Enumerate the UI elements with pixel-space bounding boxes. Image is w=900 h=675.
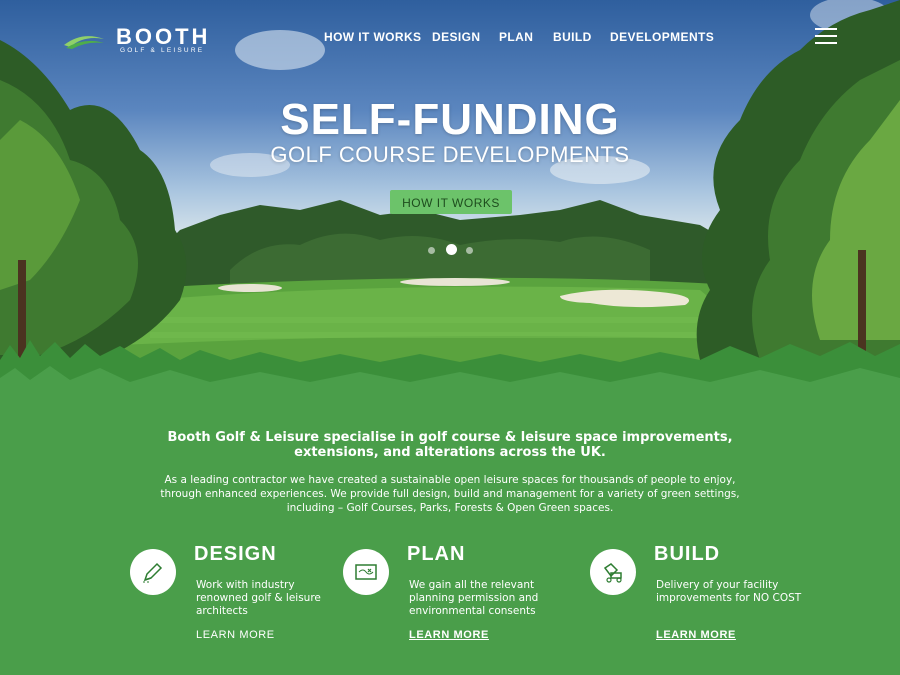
nav-build[interactable]: BUILD	[553, 30, 592, 44]
intro-heading: Booth Golf & Leisure specialise in golf …	[167, 430, 733, 460]
hero-how-it-works-button[interactable]: HOW IT WORKS	[390, 190, 512, 214]
carousel-dot-2-active[interactable]	[446, 244, 457, 255]
booth-logo-icon	[64, 36, 104, 49]
plan-learn-more-link[interactable]: LEARN MORE	[409, 629, 489, 641]
build-learn-more-link[interactable]: LEARN MORE	[656, 629, 736, 641]
nav-design[interactable]: DESIGN	[432, 30, 480, 44]
carousel-dot-3[interactable]	[466, 247, 473, 254]
tractor-icon	[590, 549, 636, 595]
carousel-dots	[426, 244, 476, 256]
feature-title: BUILD	[654, 543, 721, 565]
brand-logo[interactable]: BOOTH GOLF & LEISURE	[62, 24, 212, 54]
feature-description: Delivery of your facility improvements f…	[656, 579, 802, 604]
intro-body: As a leading contractor we have created …	[160, 474, 740, 514]
nav-how-it-works[interactable]: HOW IT WORKS	[324, 30, 421, 44]
feature-build: BUILD Delivery of your facility improvem…	[590, 543, 801, 653]
carousel-dot-1[interactable]	[428, 247, 435, 254]
hero-subtitle: GOLF COURSE DEVELOPMENTS	[270, 142, 630, 167]
design-learn-more-link[interactable]: LEARN MORE	[196, 629, 275, 641]
feature-title: PLAN	[407, 543, 466, 565]
feature-title: DESIGN	[194, 543, 277, 565]
pencil-icon	[130, 549, 176, 595]
map-icon	[343, 549, 389, 595]
feature-plan: PLAN We gain all the relevant planning p…	[343, 543, 543, 653]
nav-developments[interactable]: DEVELOPMENTS	[610, 30, 714, 44]
hero-banner: BOOTH GOLF & LEISURE HOW IT WORKS DESIGN…	[0, 0, 900, 395]
feature-description: We gain all the relevant planning permis…	[409, 579, 539, 617]
brand-tagline: GOLF & LEISURE	[120, 47, 205, 54]
hamburger-menu-icon[interactable]	[815, 28, 837, 44]
feature-design: DESIGN Work with industry renowned golf …	[130, 543, 330, 653]
intro-section: Booth Golf & Leisure specialise in golf …	[0, 395, 900, 675]
nav-plan[interactable]: PLAN	[499, 30, 533, 44]
hero-title: SELF-FUNDING	[280, 95, 620, 144]
feature-description: Work with industry renowned golf & leisu…	[196, 579, 321, 617]
top-navigation-bar: BOOTH GOLF & LEISURE HOW IT WORKS DESIGN…	[0, 0, 900, 70]
